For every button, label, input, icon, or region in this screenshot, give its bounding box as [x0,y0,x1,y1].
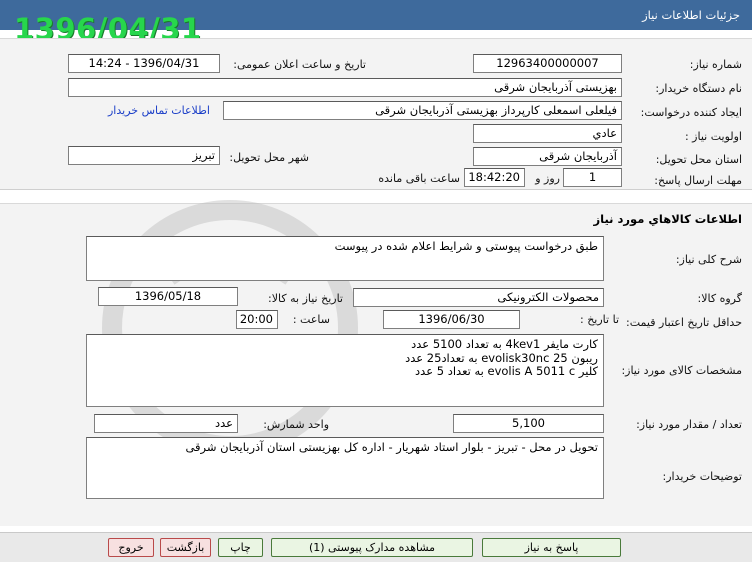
days-label: روز و [535,172,560,185]
need-number-label: شماره نیاز: [689,58,742,71]
announce-label: تاریخ و ساعت اعلان عمومی: [233,58,366,71]
group-label: گروه کالا: [697,292,742,305]
unit-label: واحد شمارش: [263,418,329,431]
remaining-label: ساعت باقی مانده [378,172,460,185]
group-field[interactable]: محصولات الکترونیکی [353,288,604,307]
buyer-org-field[interactable]: بهزیستی آذربایجان شرقی [68,78,622,97]
buyer-contact-link[interactable]: اطلاعات تماس خریدار [108,104,210,117]
creator-label: ایجاد کننده درخواست: [640,106,742,119]
deadline-time-field[interactable]: 18:42:20 [464,168,525,187]
priority-label: اولویت نیاز : [684,130,742,143]
goods-section-title: اطلاعات کالاهاي مورد نياز [593,212,742,226]
city-field[interactable]: تبریز [68,146,220,165]
need-date-label: تاریخ نیاز به کالا: [268,292,343,305]
buyer-notes-label: توضیحات خریدار: [662,470,743,483]
reply-button[interactable]: پاسخ به نیاز [482,538,621,557]
print-button[interactable]: چاپ [218,538,263,557]
specs-line: ریبون evolisk30nc 25 به تعداد25 عدد [405,350,598,365]
page-title: جزئیات اطلاعات نیاز [642,8,740,22]
validity-time-label: ساعت : [292,313,330,326]
creator-field[interactable]: فیلعلی اسمعلی کارپرداز بهزیستی آذربایجان… [223,101,622,120]
specs-field[interactable]: کارت مایفر 4kev1 به تعداد 5100 عدد ریبون… [86,334,604,407]
until-date-label: تا تاریخ : [580,313,619,326]
qty-label: تعداد / مقدار مورد نیاز: [636,418,742,431]
province-label: استان محل تحویل: [655,153,742,166]
announce-field[interactable]: 1396/04/31 - 14:24 [68,54,220,73]
need-date-field[interactable]: 1396/05/18 [98,287,238,306]
view-attachments-button[interactable]: مشاهده مدارک پیوستی (1) [271,538,473,557]
qty-field[interactable]: 5,100 [453,414,604,433]
validity-time-field[interactable]: 20:00 [236,310,278,329]
buyer-org-label: نام دستگاه خریدار: [655,82,742,95]
summary-label: شرح کلی نیاز: [675,253,742,266]
unit-field[interactable]: عدد [94,414,238,433]
priority-field[interactable]: عادي [473,124,622,143]
back-button[interactable]: بازگشت [160,538,211,557]
province-field[interactable]: آذربایجان شرقی [473,147,622,166]
specs-line: کارت مایفر 4kev1 به تعداد 5100 عدد [411,337,598,351]
buyer-notes-field[interactable]: تحویل در محل - تبریز - بلوار استاد شهریا… [86,437,604,499]
validity-date-field[interactable]: 1396/06/30 [383,310,520,329]
validity-label: حداقل تاریخ اعتبار قیمت: [626,316,742,329]
specs-label: مشخصات کالای مورد نیاز: [621,364,742,377]
summary-field[interactable]: طبق درخواست پیوستی و شرایط اعلام شده در … [86,236,604,281]
city-label: شهر محل تحویل: [229,151,309,164]
deadline-days-field[interactable]: 1 [563,168,622,187]
exit-button[interactable]: خروج [108,538,154,557]
specs-line: کلیر evolis A 5011 c به تعداد 5 عدد [415,364,598,378]
need-number-field[interactable]: 12963400000007 [473,54,622,73]
deadline-label: مهلت ارسال پاسخ: [654,174,742,187]
